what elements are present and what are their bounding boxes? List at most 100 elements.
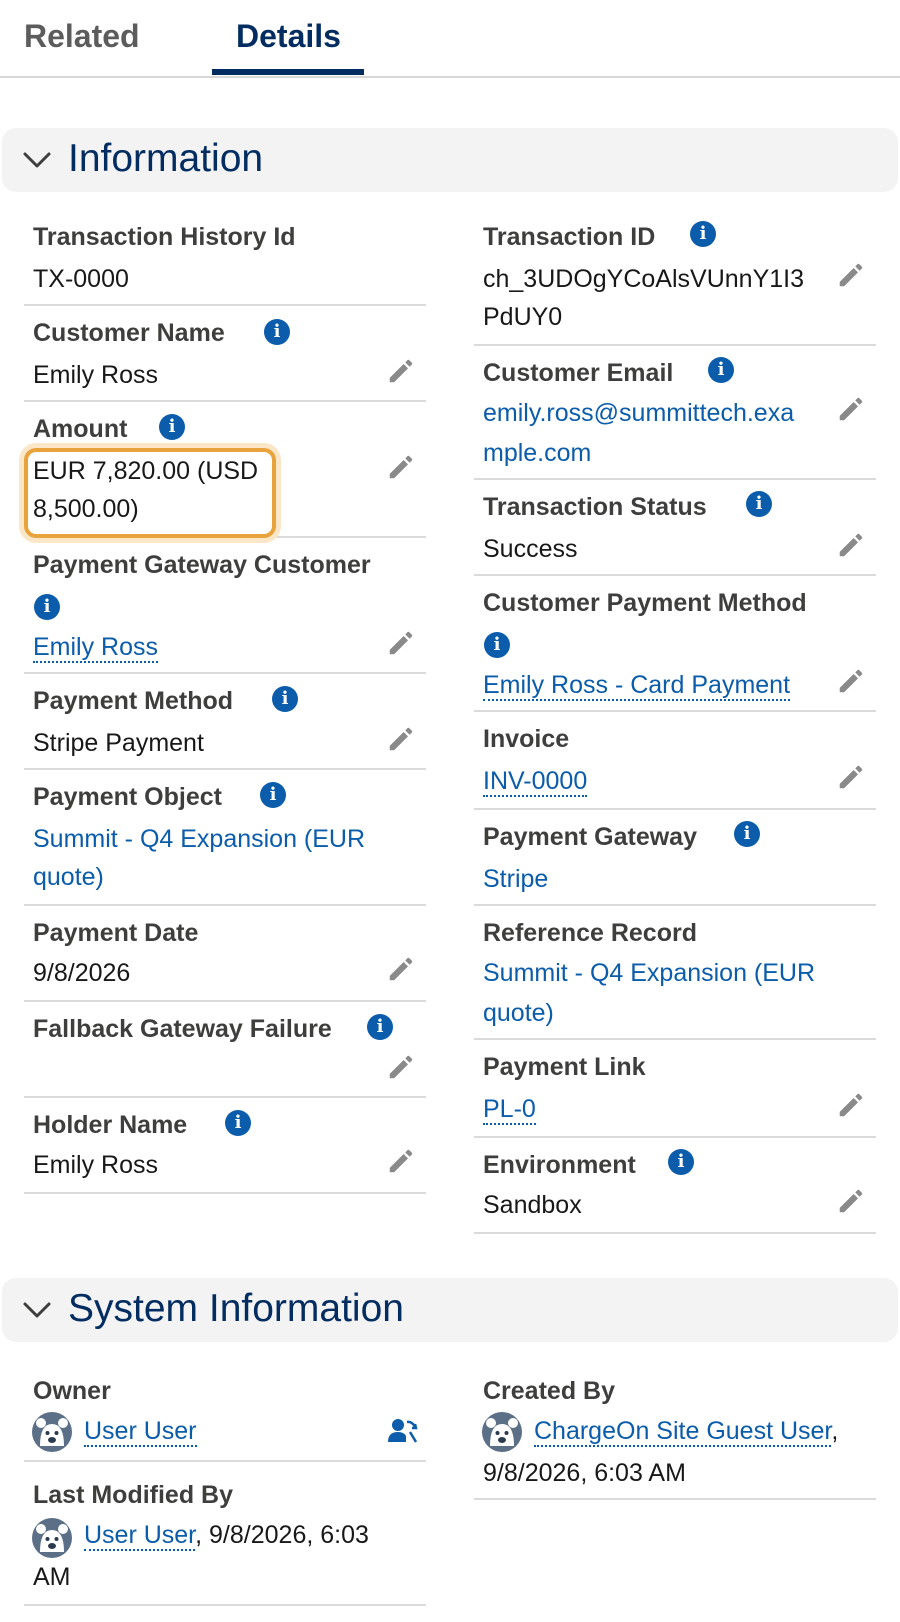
last-modified-date-line2: AM [33,1563,71,1591]
info-icon[interactable]: i [159,414,185,440]
change-owner-icon[interactable] [386,1414,418,1446]
field-value: User User [84,1412,197,1451]
field-value-line2: PdUY0 [483,303,563,331]
field-payment-link: Payment Link PL-0 [474,1044,876,1138]
field-value-line1: ch_3UDOgYCoAlsVUnnY1I3 [483,265,804,293]
last-modified-date: , 9/8/2026, 6:03 [195,1521,369,1549]
field-value: Success [483,535,578,563]
info-icon[interactable]: i [734,821,760,847]
info-icon[interactable]: i [668,1149,694,1175]
pencil-icon[interactable] [386,724,416,754]
field-customer-payment-method: Customer Payment Method i Emily Ross - C… [474,580,876,712]
field-value: Emily Ross [33,361,159,389]
info-icon[interactable]: i [484,632,510,658]
invoice-link[interactable]: INV-0000 [483,767,588,797]
pencil-icon[interactable] [836,394,866,424]
pencil-icon[interactable] [836,1090,866,1120]
payment-gateway-link[interactable]: Stripe [483,860,548,899]
customer-email-link-line1[interactable]: emily.ross@summittech.exa [483,394,794,433]
information-section-header[interactable]: Information [2,128,898,192]
info-icon[interactable]: i [225,1110,251,1136]
last-modified-by-link[interactable]: User User [84,1521,196,1551]
pencil-icon[interactable] [836,666,866,696]
payment-object-link-line2[interactable]: quote) [33,858,104,897]
field-label: Customer Name [33,319,225,347]
field-value: Emily Ross [33,628,159,667]
field-label: Environment [483,1151,636,1179]
payment-link-link[interactable]: PL-0 [483,1095,536,1125]
customer-email-link-line2[interactable]: mple.com [483,434,591,473]
pencil-icon[interactable] [836,260,866,290]
field-value: Sandbox [483,1191,582,1219]
active-tab-indicator [212,69,364,75]
created-by-date: 9/8/2026, 6:03 AM [483,1459,686,1487]
reference-record-link-line2[interactable]: quote) [483,994,554,1033]
pencil-icon[interactable] [386,356,416,386]
created-by-link[interactable]: ChargeOn Site Guest User [534,1417,832,1447]
reference-record-link-line1[interactable]: Summit - Q4 Expansion (EUR [483,954,815,993]
field-label: Reference Record [483,919,697,947]
info-icon[interactable]: i [272,686,298,712]
field-label: Holder Name [33,1111,188,1139]
field-transaction-status: Transaction Status i Success [474,484,876,576]
field-value: INV-0000 [483,762,588,801]
field-value: Stripe Payment [33,729,204,757]
payment-object-link-line1[interactable]: Summit - Q4 Expansion (EUR [33,820,365,859]
info-icon[interactable]: i [264,319,290,345]
field-customer-name: Customer Name i Emily Ross [24,310,426,402]
user-avatar-icon [482,1412,522,1452]
pencil-icon[interactable] [386,1052,416,1082]
tab-details[interactable]: Details [236,18,341,55]
pencil-icon[interactable] [386,954,416,984]
field-label: Transaction ID [483,223,656,251]
field-label: Fallback Gateway Failure [33,1015,332,1043]
pencil-icon[interactable] [836,530,866,560]
field-payment-date: Payment Date 9/8/2026 [24,910,426,1002]
info-icon[interactable]: i [746,491,772,517]
field-payment-method: Payment Method i Stripe Payment [24,678,426,770]
field-created-by: Created By ChargeOn Site Guest User, 9/8… [474,1368,876,1500]
owner-link[interactable]: User User [84,1417,197,1447]
field-value: Emily Ross [33,1151,159,1179]
field-value: 9/8/2026 [33,959,131,987]
field-label: Amount [33,415,128,443]
chevron-down-icon[interactable] [22,148,52,172]
info-icon[interactable]: i [34,594,60,620]
field-label: Transaction History Id [33,223,296,251]
info-icon[interactable]: i [260,782,286,808]
info-icon[interactable]: i [367,1014,393,1040]
field-label: Invoice [483,725,570,753]
field-transaction-id: Transaction ID i ch_3UDOgYCoAlsVUnnY1I3 … [474,214,876,346]
pencil-icon[interactable] [836,1186,866,1216]
tab-related[interactable]: Related [24,18,140,55]
field-label: Payment Gateway [483,823,697,851]
created-by-separator: , [831,1417,839,1445]
field-label: Payment Object [33,783,222,811]
system-information-section-header[interactable]: System Information [2,1278,898,1342]
field-owner: Owner User User [24,1368,426,1462]
info-icon[interactable]: i [708,357,734,383]
chevron-down-icon[interactable] [22,1298,52,1322]
field-last-modified-by: Last Modified By User User, 9/8/2026, 6:… [24,1472,426,1606]
user-avatar-icon [32,1518,72,1558]
pencil-icon[interactable] [836,762,866,792]
field-customer-email: Customer Email i emily.ross@summittech.e… [474,350,876,480]
field-environment: Environment i Sandbox [474,1142,876,1234]
field-label: Payment Date [33,919,199,947]
field-payment-gateway-customer: Payment Gateway Customer i Emily Ross [24,542,426,674]
field-holder-name: Holder Name i Emily Ross [24,1102,426,1194]
field-payment-object: Payment Object i Summit - Q4 Expansion (… [24,774,426,906]
tab-bar: Related Details [0,0,900,78]
customer-payment-method-link[interactable]: Emily Ross - Card Payment [483,671,791,701]
info-icon[interactable]: i [690,221,716,247]
section-title: Information [68,137,264,180]
user-avatar-icon [32,1412,72,1452]
field-invoice: Invoice INV-0000 [474,716,876,810]
pencil-icon[interactable] [386,628,416,658]
pencil-icon[interactable] [386,1146,416,1176]
field-amount: Amount i EUR 7,820.00 (USD 8,500.00) [24,406,426,538]
pencil-icon[interactable] [386,452,416,482]
field-value-line1: ChargeOn Site Guest User, [534,1412,838,1451]
section-title: System Information [68,1287,404,1330]
customer-link[interactable]: Emily Ross [33,633,159,663]
